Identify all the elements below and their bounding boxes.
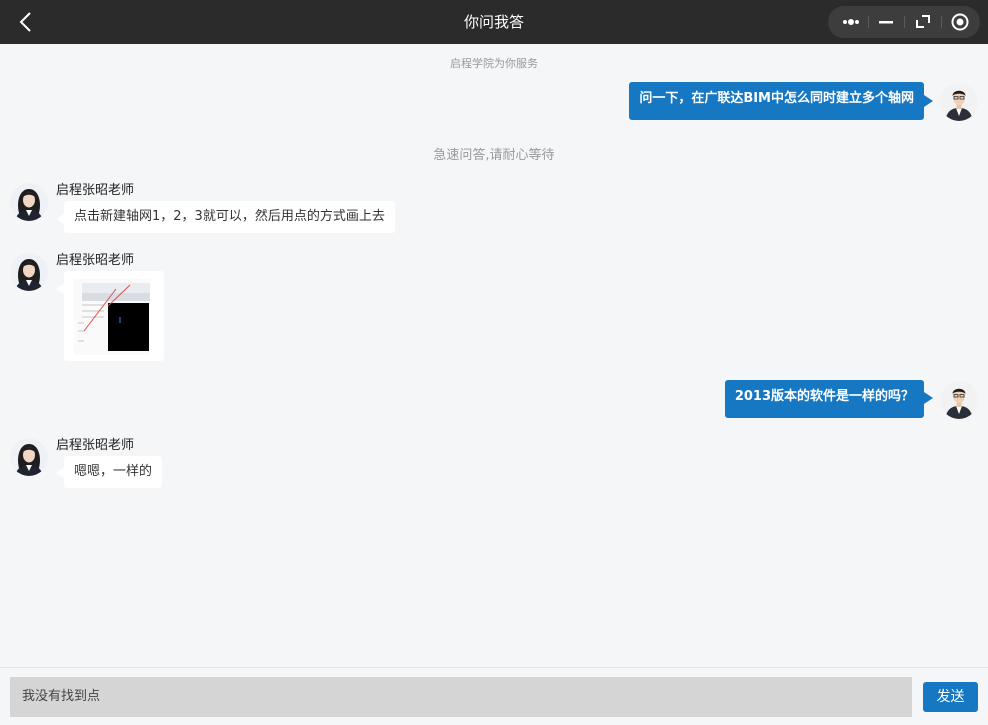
bubble-tail xyxy=(924,95,933,107)
user-message-bubble: 问一下，在广联达BIM中怎么同时建立多个轴网 xyxy=(629,82,924,120)
screenshot-thumbnail-icon xyxy=(74,279,150,355)
teacher-message-bubble: 点击新建轴网1，2，3就可以，然后用点的方式画上去 xyxy=(64,201,395,233)
avatar-male-icon xyxy=(940,381,978,419)
teacher-avatar[interactable] xyxy=(10,183,48,221)
more-icon[interactable] xyxy=(832,6,868,38)
teacher-name: 启程张昭老师 xyxy=(56,183,135,198)
teacher-name: 启程张昭老师 xyxy=(56,253,135,268)
avatar-female-icon xyxy=(10,438,48,476)
restore-icon[interactable] xyxy=(905,6,941,38)
system-wait-notice: 急速问答,请耐心等待 xyxy=(433,148,555,163)
bubble-tail xyxy=(924,392,933,404)
title-bar: 你问我答 xyxy=(0,0,988,44)
avatar-female-icon xyxy=(10,183,48,221)
bubble-tail xyxy=(56,468,64,478)
composer-bar: 我没有找到点 发送 xyxy=(0,667,988,725)
image-message[interactable] xyxy=(64,271,164,361)
message-text: 2013版本的软件是一样的吗？ xyxy=(734,389,914,404)
close-target-icon[interactable] xyxy=(942,6,978,38)
teacher-avatar[interactable] xyxy=(10,438,48,476)
minimize-icon[interactable] xyxy=(868,6,904,38)
message-text: 问一下，在广联达BIM中怎么同时建立多个轴网 xyxy=(639,91,914,106)
teacher-avatar[interactable] xyxy=(10,253,48,291)
avatar-male-icon xyxy=(940,83,978,121)
system-service-note: 启程学院为你服务 xyxy=(450,57,538,70)
bubble-tail xyxy=(56,214,64,224)
chat-area[interactable]: 启程学院为你服务 问一下，在广联达BIM中怎么同时建立多个轴网 急速问答,请耐心… xyxy=(0,44,988,667)
teacher-message-bubble: 嗯嗯，一样的 xyxy=(64,456,163,488)
user-avatar[interactable] xyxy=(940,381,978,419)
user-avatar[interactable] xyxy=(940,83,978,121)
message-text: 嗯嗯，一样的 xyxy=(74,464,153,479)
message-input[interactable]: 我没有找到点 xyxy=(10,677,912,717)
teacher-name: 启程张昭老师 xyxy=(56,438,135,453)
avatar-female-icon xyxy=(10,253,48,291)
message-text: 点击新建轴网1，2，3就可以，然后用点的方式画上去 xyxy=(74,209,385,224)
window-controls xyxy=(828,6,980,38)
user-message-bubble: 2013版本的软件是一样的吗？ xyxy=(724,380,924,418)
send-button[interactable]: 发送 xyxy=(923,682,978,712)
bubble-tail xyxy=(56,284,64,294)
